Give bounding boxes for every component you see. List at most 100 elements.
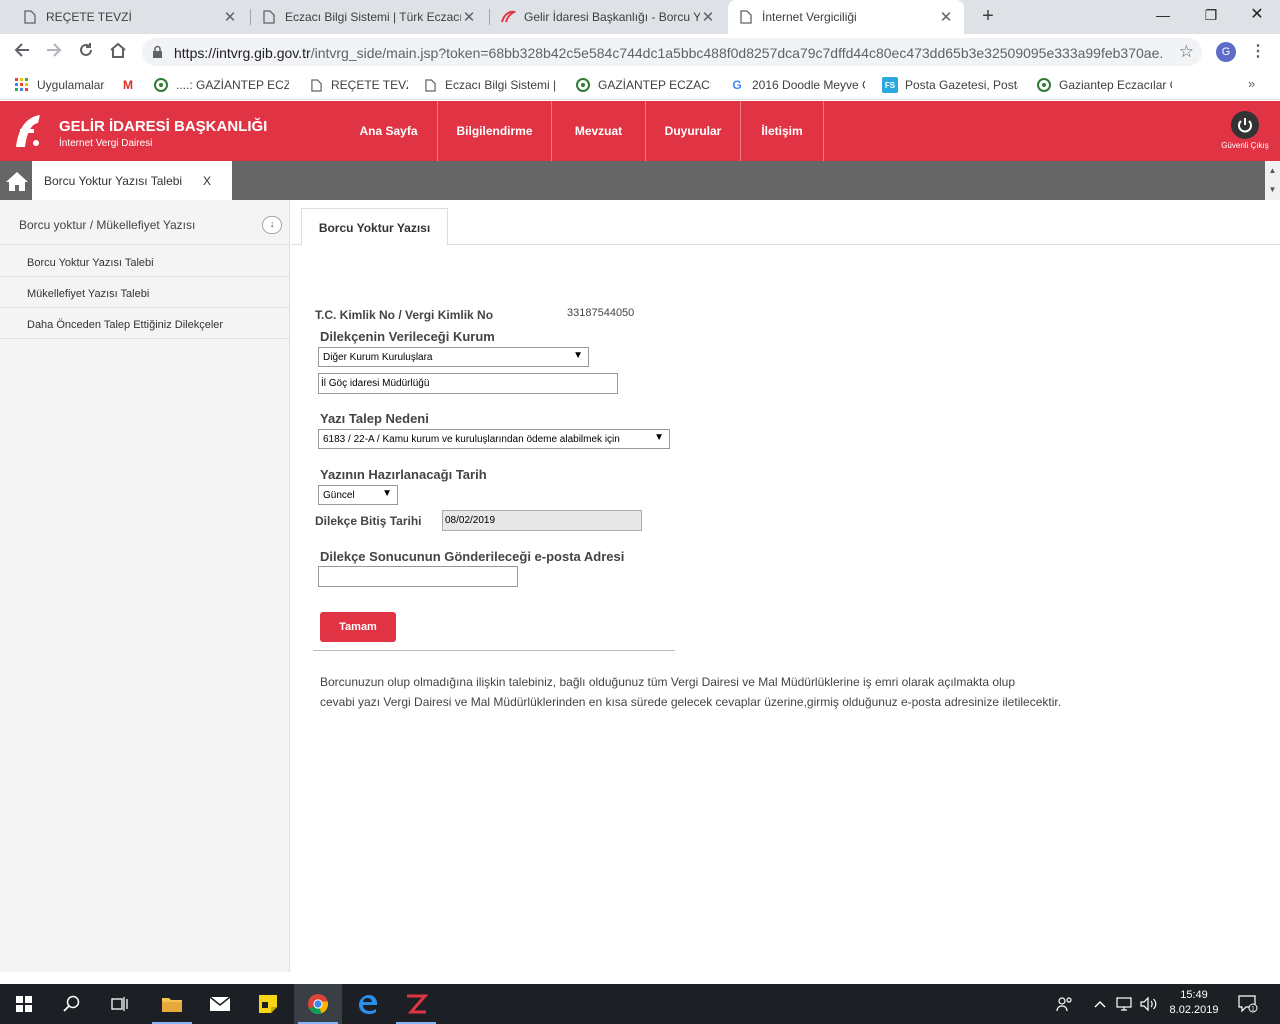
page-icon	[422, 77, 438, 93]
sticky-notes-button[interactable]	[244, 984, 292, 1024]
search-button[interactable]	[48, 984, 96, 1024]
z-app-button[interactable]	[392, 984, 440, 1024]
profile-avatar[interactable]: G	[1216, 42, 1236, 62]
collapse-toggle-icon[interactable]: ↓	[262, 216, 282, 234]
bookmark-item[interactable]: FS Posta Gazetesi, Posta	[882, 76, 1018, 94]
chrome-taskbar-button[interactable]	[294, 984, 342, 1024]
file-explorer-button[interactable]	[148, 984, 196, 1024]
bookmark-label: Eczacı Bilgi Sistemi | T	[445, 78, 558, 92]
logout-label: Güvenli Çıkış	[1221, 141, 1269, 150]
task-view-button[interactable]	[96, 984, 144, 1024]
clock-time: 15:49	[1180, 989, 1208, 1001]
nav-bilgilendirme[interactable]: Bilgilendirme	[438, 101, 552, 161]
mail-icon	[209, 996, 231, 1011]
bookmark-item[interactable]: REÇETE TEVZİ	[308, 76, 408, 94]
gib-logo-icon[interactable]	[10, 113, 44, 149]
logout-button[interactable]: Güvenli Çıkış	[1216, 111, 1274, 150]
url-text: https://intvrg.gib.gov.tr/intvrg_side/ma…	[174, 45, 1164, 61]
bookmark-label: REÇETE TEVZİ	[331, 78, 408, 92]
lock-icon	[152, 45, 163, 61]
clock-date: 8.02.2019	[1169, 1004, 1219, 1016]
left-sidebar: Borcu yoktur / Mükellefiyet Yazısı ↓ Bor…	[0, 200, 290, 972]
email-label: Dilekçe Sonucunun Gönderileceği e-posta …	[320, 549, 625, 564]
brand-subtitle: İnternet Vergi Dairesi	[59, 138, 153, 149]
google-icon: G	[732, 78, 742, 92]
restore-button[interactable]: ❐	[1188, 0, 1234, 30]
bookmark-item[interactable]: GAZİANTEP ECZACI O	[575, 76, 711, 94]
close-icon[interactable]: ✕	[938, 8, 954, 26]
bookmark-item[interactable]: Gaziantep Eczacılar O	[1036, 76, 1172, 94]
neden-select-value: 6183 / 22-A / Kamu kurum ve kuruluşların…	[323, 434, 620, 445]
dropdown-arrow-icon: ▼	[382, 488, 392, 499]
close-icon[interactable]: ✕	[222, 8, 238, 26]
volume-icon[interactable]	[1140, 984, 1158, 1024]
reload-button[interactable]	[74, 40, 98, 64]
home-button[interactable]	[106, 40, 130, 64]
network-icon[interactable]	[1116, 984, 1134, 1024]
forward-button[interactable]	[42, 40, 66, 64]
power-icon	[1231, 111, 1259, 139]
minimize-button[interactable]: —	[1140, 0, 1186, 30]
bookmark-item[interactable]: G 2016 Doodle Meyve O	[729, 76, 865, 94]
browser-toolbar: https://intvrg.gib.gov.tr/intvrg_side/ma…	[0, 34, 1280, 70]
browser-tab[interactable]: Gelir İdaresi Başkanlığı - Borcu Yo ✕	[490, 0, 726, 34]
tarih-select-value: Güncel	[323, 490, 355, 501]
mail-button[interactable]	[196, 984, 244, 1024]
tamam-button[interactable]: Tamam	[320, 612, 396, 642]
open-tab-close-button[interactable]: X	[203, 174, 211, 188]
browser-tab[interactable]: REÇETE TEVZİ ✕	[12, 0, 248, 34]
bookmark-gmail[interactable]: M	[120, 76, 142, 94]
nav-duyurular[interactable]: Duyurular	[646, 101, 741, 161]
neden-select[interactable]: 6183 / 22-A / Kamu kurum ve kuruluşların…	[318, 429, 670, 449]
bookmark-item[interactable]: Eczacı Bilgi Sistemi | T	[422, 76, 558, 94]
home-icon[interactable]	[5, 170, 29, 192]
close-icon[interactable]: ✕	[461, 8, 477, 26]
tab-borcu-yoktur-yazisi[interactable]: Borcu Yoktur Yazısı	[301, 208, 448, 246]
notifications-icon[interactable]: 1	[1238, 984, 1258, 1024]
window-close-button[interactable]: ✕	[1234, 0, 1280, 30]
address-bar[interactable]: https://intvrg.gib.gov.tr/intvrg_side/ma…	[142, 38, 1202, 66]
bookmarks-overflow-icon[interactable]: »	[1248, 76, 1255, 91]
sidebar-item-mukellefiyet[interactable]: Mükellefiyet Yazısı Talebi	[0, 277, 290, 308]
tc-value: 33187544050	[567, 307, 635, 319]
edge-button[interactable]	[344, 984, 392, 1024]
back-button[interactable]	[10, 40, 34, 64]
page-icon	[738, 9, 754, 25]
page-icon	[261, 9, 277, 25]
close-icon[interactable]: ✕	[700, 8, 716, 26]
main-nav: Ana Sayfa Bilgilendirme Mevzuat Duyurula…	[340, 101, 824, 161]
tray-overflow-icon[interactable]	[1094, 984, 1106, 1024]
bitis-label: Dilekçe Bitiş Tarihi	[315, 514, 422, 528]
browser-tab-active[interactable]: İnternet Vergiciliği ✕	[728, 0, 964, 34]
tarih-label: Yazının Hazırlanacağı Tarih	[320, 467, 487, 482]
bookmark-label: GAZİANTEP ECZACI O	[598, 78, 711, 92]
new-tab-button[interactable]: +	[977, 5, 999, 27]
bookmark-label: Uygulamalar	[37, 78, 105, 92]
chrome-menu-icon[interactable]: ⋮	[1250, 40, 1266, 64]
start-button[interactable]	[0, 984, 48, 1024]
sidebar-item-onceki-dilekceler[interactable]: Daha Önceden Talep Ettiğiniz Dilekçeler	[0, 308, 290, 339]
taskbar-clock[interactable]: 15:49 8.02.2019	[1160, 988, 1228, 1018]
tarih-select[interactable]: Güncel ▼	[318, 485, 398, 505]
people-icon[interactable]	[1056, 984, 1074, 1024]
email-input[interactable]	[318, 566, 518, 587]
tab-scroll-arrows[interactable]: ▲ ▼	[1265, 161, 1280, 200]
open-page-tab[interactable]: Borcu Yoktur Yazısı Talebi X	[32, 161, 232, 200]
kurum-select[interactable]: Diğer Kurum Kuruluşlara ▼	[318, 347, 589, 367]
nav-mevzuat[interactable]: Mevzuat	[552, 101, 646, 161]
nav-iletisim[interactable]: İletişim	[741, 101, 824, 161]
bookmark-item[interactable]: ....: GAZİANTEP ECZA	[153, 76, 289, 94]
page-icon	[308, 77, 324, 93]
sidebar-item-label: Mükellefiyet Yazısı Talebi	[27, 288, 150, 300]
search-icon	[63, 995, 80, 1012]
browser-tab[interactable]: Eczacı Bilgi Sistemi | Türk Eczacıla ✕	[251, 0, 487, 34]
bookmark-apps[interactable]: Uygulamalar	[14, 76, 114, 94]
sidebar-item-borcu-yoktur[interactable]: Borcu Yoktur Yazısı Talebi	[0, 246, 290, 277]
nav-ana-sayfa[interactable]: Ana Sayfa	[340, 101, 438, 161]
bookmark-star-icon[interactable]: ☆	[1179, 42, 1194, 62]
open-tab-label: Borcu Yoktur Yazısı Talebi	[44, 174, 183, 188]
sidebar-header[interactable]: Borcu yoktur / Mükellefiyet Yazısı ↓	[0, 200, 290, 245]
pharmacy-logo-icon	[575, 77, 591, 93]
kurum-name-input[interactable]: İl Göç idaresi Müdürlüğü	[318, 373, 618, 394]
tab-title: REÇETE TEVZİ	[46, 10, 132, 24]
